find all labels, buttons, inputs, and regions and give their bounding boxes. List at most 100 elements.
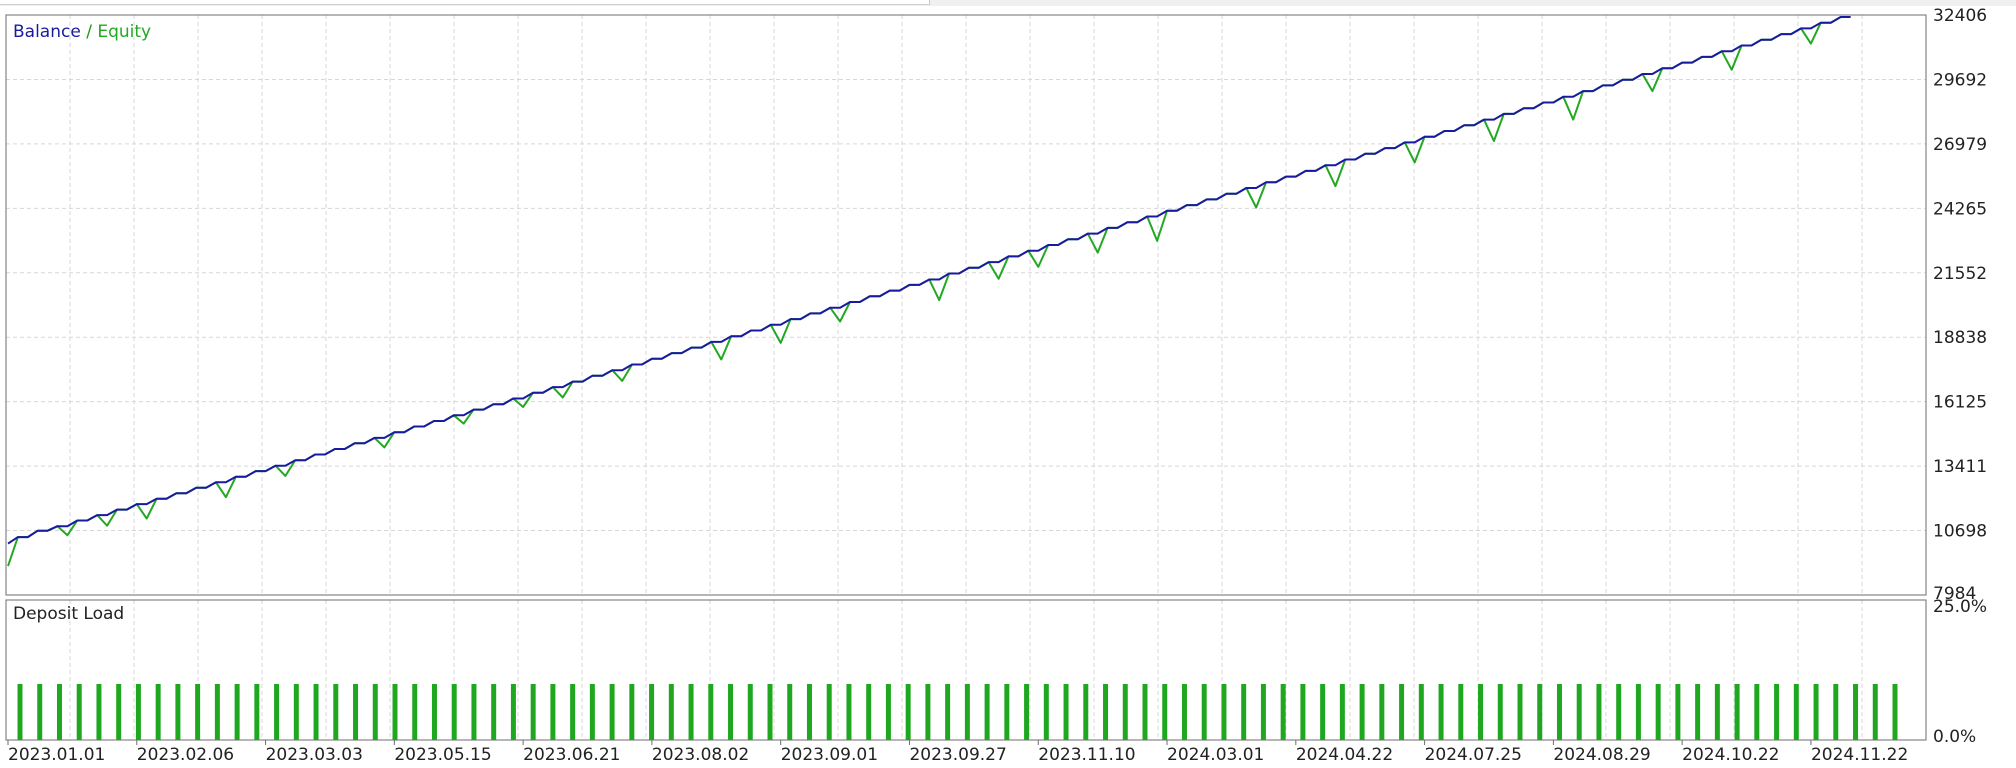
deposit-load-bar xyxy=(747,684,753,740)
deposit-load-bar xyxy=(1754,684,1760,740)
deposit-load-bar xyxy=(1083,684,1089,740)
x-tick-label: 2024.08.29 xyxy=(1553,745,1650,765)
deposit-load-bar xyxy=(1813,684,1819,740)
deposit-load-bar xyxy=(1024,684,1030,740)
deposit-load-bar xyxy=(728,684,734,740)
deposit-load-bar xyxy=(1004,684,1010,740)
deposit-load-bar xyxy=(1181,684,1187,740)
deposit-load-bar xyxy=(767,684,773,740)
deposit-load-bar xyxy=(550,684,556,740)
deposit-load-bar xyxy=(925,684,931,740)
deposit-load-bar xyxy=(1221,684,1227,740)
deposit-load-bar xyxy=(964,684,970,740)
deposit-load-bar xyxy=(1695,684,1701,740)
deposit-load-bar xyxy=(76,684,82,740)
x-tick-label: 2023.08.02 xyxy=(652,745,749,765)
deposit-load-bar xyxy=(412,684,418,740)
deposit-load-bar xyxy=(234,684,240,740)
deposit-load-bar xyxy=(1379,684,1385,740)
y-tick-label: 29692 xyxy=(1933,70,1987,90)
deposit-load-bar xyxy=(1872,684,1878,740)
deposit-load-bar xyxy=(392,684,398,740)
deposit-load-bar xyxy=(471,684,477,740)
deposit-load-bar xyxy=(826,684,832,740)
deposit-load-bar xyxy=(1043,684,1049,740)
deposit-load-bar xyxy=(17,684,23,740)
deposit-load-bar xyxy=(1241,684,1247,740)
deposit-load-bar xyxy=(1616,684,1622,740)
deposit-load-bar xyxy=(1497,684,1503,740)
deposit-load-bar xyxy=(1892,684,1898,740)
deposit-load-bar xyxy=(589,684,595,740)
deposit-load-bar xyxy=(1320,684,1326,740)
x-tick-label: 2024.11.22 xyxy=(1811,745,1908,765)
deposit-load-bar xyxy=(274,684,280,740)
y-tick-label: 13411 xyxy=(1933,457,1987,477)
x-tick-label: 2023.11.10 xyxy=(1038,745,1135,765)
y-tick-label: 10698 xyxy=(1933,522,1987,542)
y-tick-label: 32406 xyxy=(1933,6,1987,26)
deposit-load-bar xyxy=(1418,684,1424,740)
deposit-load-bar xyxy=(1063,684,1069,740)
deposit-load-bar xyxy=(806,684,812,740)
y-tick-label: 16125 xyxy=(1933,393,1987,413)
chart-legend: Balance / Equity xyxy=(13,22,151,42)
deposit-load-bar xyxy=(96,684,102,740)
deposit-load-bar xyxy=(1635,684,1641,740)
legend-balance: Balance xyxy=(13,22,81,42)
deposit-load-bar xyxy=(1675,684,1681,740)
deposit-load-bar xyxy=(688,684,694,740)
deposit-load-bar xyxy=(1714,684,1720,740)
deposit-load-bar xyxy=(37,684,43,740)
legend-equity: Equity xyxy=(97,22,152,42)
y-tick-label: 21552 xyxy=(1933,264,1987,284)
deposit-load-bar xyxy=(1359,684,1365,740)
deposit-load-bar xyxy=(1162,684,1168,740)
deposit-load-bar xyxy=(431,684,437,740)
deposit-load-bar xyxy=(1734,684,1740,740)
x-tick-label: 2023.09.27 xyxy=(909,745,1006,765)
deposit-load-bar xyxy=(1556,684,1562,740)
x-tick-label: 2023.06.21 xyxy=(523,745,620,765)
deposit-load-title: Deposit Load xyxy=(13,604,125,624)
deposit-load-bar xyxy=(1399,684,1405,740)
deposit-load-bar xyxy=(353,684,359,740)
deposit-load-bar xyxy=(56,684,62,740)
deposit-load-bar xyxy=(510,684,516,740)
deposit-load-bar xyxy=(214,684,220,740)
deposit-load-bar xyxy=(885,684,891,740)
deposit-load-bar xyxy=(629,684,635,740)
deposit-load-bar xyxy=(254,684,260,740)
equity-line xyxy=(7,16,1851,567)
deposit-load-bar xyxy=(1517,684,1523,740)
deposit-load-bar xyxy=(116,684,122,740)
deposit-load-bar xyxy=(333,684,339,740)
load-y-tick-label: 25.0% xyxy=(1933,597,1987,617)
deposit-load-bar xyxy=(1103,684,1109,740)
deposit-load-bar xyxy=(708,684,714,740)
deposit-load-bar xyxy=(1853,684,1859,740)
chart-canvas: 32406 29692 26979 24265 21552 18838 16125 13411… xyxy=(5,6,1987,765)
deposit-load-bar xyxy=(984,684,990,740)
x-tick-label: 2024.04.22 xyxy=(1296,745,1393,765)
load-y-tick-label: 0.0% xyxy=(1933,727,1976,747)
deposit-load-bar xyxy=(1793,684,1799,740)
y-axis-labels: 32406 29692 26979 24265 21552 18838 16125 13411… xyxy=(1933,6,1987,604)
legend-separator: / xyxy=(86,22,92,42)
x-tick-label: 2023.09.01 xyxy=(781,745,878,765)
y-tick-label: 18838 xyxy=(1933,328,1987,348)
deposit-load-bar xyxy=(1458,684,1464,740)
deposit-load-bar xyxy=(451,684,457,740)
deposit-load-bar xyxy=(1280,684,1286,740)
deposit-load-bar xyxy=(1438,684,1444,740)
deposit-load-bar xyxy=(1478,684,1484,740)
x-tick-label: 2023.05.15 xyxy=(394,745,491,765)
deposit-load-bar xyxy=(1774,684,1780,740)
main-chart-grid xyxy=(6,15,1926,595)
x-tick-label: 2024.10.22 xyxy=(1682,745,1779,765)
y-tick-label: 24265 xyxy=(1933,199,1987,219)
deposit-load-bar xyxy=(293,684,299,740)
x-tick-label: 2023.01.01 xyxy=(8,745,105,765)
deposit-load-bar xyxy=(945,684,951,740)
deposit-load-bars xyxy=(17,684,1898,740)
